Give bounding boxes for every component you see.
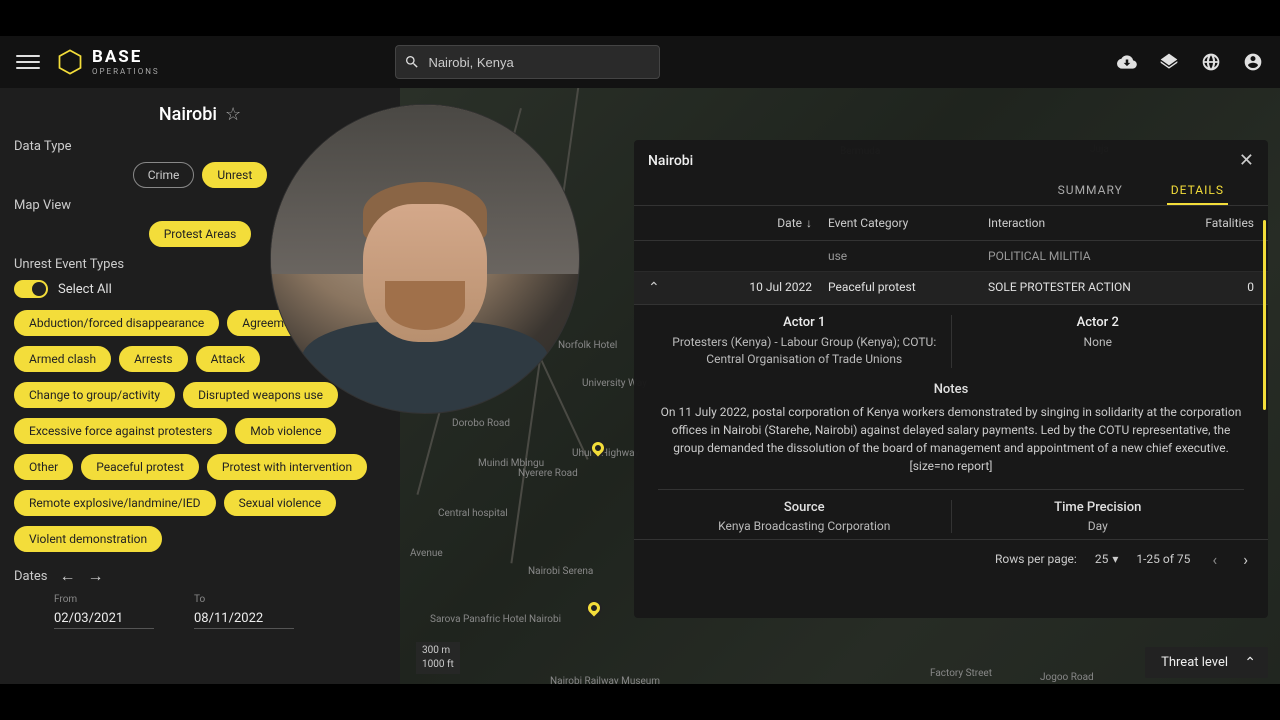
menu-button[interactable] [16,50,40,74]
account-icon[interactable] [1242,51,1264,73]
threat-level-button[interactable]: Threat level ⌃ [1145,647,1268,678]
map-label: Nyerere Road [518,468,578,479]
select-all-toggle[interactable] [14,280,48,298]
table-header: Date↓ Event Category Interaction Fatalit… [634,206,1268,241]
details-title: Nairobi [648,153,693,169]
map-label: Muindi Mbingu [478,458,544,469]
brand-sub: OPERATIONS [92,68,160,76]
source-heading: Source [658,500,951,515]
map-label: Central hospital [438,508,508,519]
date-from-label: From [54,594,154,605]
topbar: BASE OPERATIONS [0,36,1280,88]
event-type-pill[interactable]: Armed clash [14,346,111,372]
event-type-pill[interactable]: Remote explosive/landmine/IED [14,490,216,516]
event-type-pill[interactable]: Arrests [119,346,188,372]
col-fatalities[interactable]: Fatalities [1174,216,1254,230]
page-prev-icon[interactable]: ‹ [1208,550,1221,569]
event-type-pill[interactable]: Mob violence [235,418,336,444]
close-icon[interactable]: ✕ [1239,150,1254,171]
sort-desc-icon: ↓ [806,216,812,230]
favorite-icon[interactable]: ☆ [225,104,241,125]
search-icon [404,54,420,70]
app-root: BASE OPERATIONS Nairobi ☆ Data Type [0,36,1280,684]
download-icon[interactable] [1116,51,1138,73]
actor1-value: Protesters (Kenya) - Labour Group (Kenya… [668,334,941,368]
rpp-label: Rows per page: [995,552,1077,566]
dates-prev-icon[interactable]: ← [59,566,75,586]
timeprec-heading: Time Precision [952,500,1245,515]
chevron-down-icon: ▾ [1112,552,1118,566]
page-next-icon[interactable]: › [1239,550,1252,569]
date-to-label: To [194,594,294,605]
pager: Rows per page: 25 ▾ 1-25 of 75 ‹ › [634,540,1268,579]
notes-heading: Notes [658,382,1244,397]
event-type-pill[interactable]: Violent demonstration [14,526,162,552]
col-date[interactable]: Date↓ [688,216,828,230]
col-interaction[interactable]: Interaction [988,216,1174,230]
source-value: Kenya Broadcasting Corporation [658,519,951,533]
map-scale: 300 m1000 ft [416,642,460,674]
rpp-select[interactable]: 25 ▾ [1095,552,1119,566]
date-to-input[interactable]: 08/11/2022 [194,609,294,629]
col-category[interactable]: Event Category [828,216,988,230]
map-label: Nairobi Railway Museum [550,676,660,684]
page-range: 1-25 of 75 [1136,552,1190,566]
map-label: Nairobi Serena [528,566,593,577]
event-type-pill[interactable]: Excessive force against protesters [14,418,227,444]
event-type-pill[interactable]: Protest with intervention [207,454,367,480]
map-label: Factory Street [930,668,992,679]
map-label: Jogoo Road [1040,672,1094,683]
event-type-pill[interactable]: Sexual violence [224,490,337,516]
details-panel: Nairobi ✕ SUMMARY DETAILS Date↓ Event Ca… [634,140,1268,618]
event-type-pill[interactable]: Other [14,454,73,480]
scrollbar[interactable] [1263,220,1266,410]
tab-summary[interactable]: SUMMARY [1054,177,1127,205]
actor1-heading: Actor 1 [668,315,941,330]
pill-crime[interactable]: Crime [133,162,195,188]
date-from-input[interactable]: 02/03/2021 [54,609,154,629]
collapse-icon[interactable]: ⌃ [648,280,660,296]
chevron-up-icon: ⌃ [1244,655,1256,671]
brand-logo[interactable]: BASE OPERATIONS [56,48,160,76]
dates-next-icon[interactable]: → [87,566,103,586]
map-label: Norfolk Hotel [558,340,617,351]
map-pin[interactable] [583,597,606,620]
timeprec-value: Day [952,519,1245,533]
globe-icon[interactable] [1200,51,1222,73]
main: Nairobi ☆ Data Type Crime Unrest Map Vie… [0,88,1280,684]
map-label: Dorobo Road [452,418,510,429]
search-wrap [395,45,660,79]
actor2-value: None [962,334,1235,351]
map-label: Avenue [410,548,443,559]
map-label: Sarova Panafric Hotel Nairobi [430,614,561,625]
logo-icon [56,48,84,76]
actor2-heading: Actor 2 [962,315,1235,330]
pill-unrest[interactable]: Unrest [202,162,267,188]
search-input[interactable] [428,55,651,70]
table-row[interactable]: use POLITICAL MILITIA [634,241,1268,272]
select-all-label: Select All [58,282,112,297]
presenter-video [270,104,580,414]
row-detail: Actor 1 Protesters (Kenya) - Labour Group… [634,305,1268,540]
dates-label: Dates [14,569,47,584]
brand-name: BASE [92,49,160,66]
event-type-pill[interactable]: Abduction/forced disappearance [14,310,219,336]
layers-icon[interactable] [1158,51,1180,73]
tab-details[interactable]: DETAILS [1167,177,1228,205]
search-box[interactable] [395,45,660,79]
event-type-pill[interactable]: Change to group/activity [14,382,175,408]
table-row[interactable]: ⌃ 10 Jul 2022 Peaceful protest SOLE PROT… [634,272,1268,305]
event-type-pill[interactable]: Peaceful protest [81,454,199,480]
sidebar-title: Nairobi [159,104,217,125]
notes-body: On 11 July 2022, postal corporation of K… [658,403,1244,475]
pill-protest-areas[interactable]: Protest Areas [149,221,252,247]
event-type-pill[interactable]: Attack [196,346,260,372]
topbar-icons [1116,51,1264,73]
